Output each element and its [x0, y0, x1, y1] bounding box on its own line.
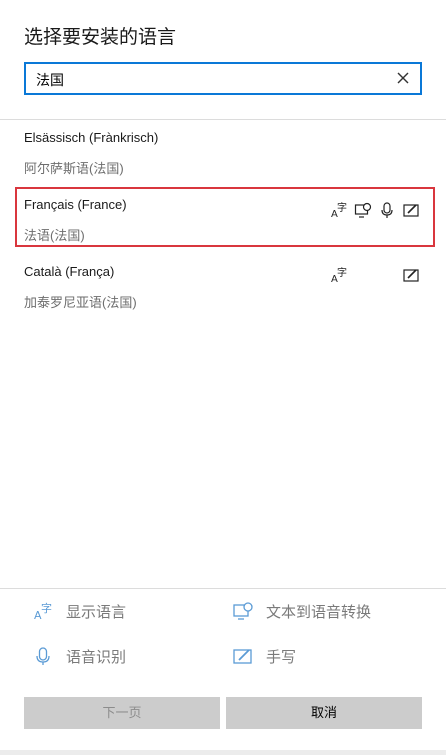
language-item-catalan[interactable]: Català (França) 加泰罗尼亚语(法国) A字 — [15, 254, 435, 314]
close-icon[interactable] — [394, 69, 412, 87]
search-value[interactable]: 法国 — [36, 70, 64, 90]
language-item-alsatian[interactable]: Elsässisch (Frànkrisch) 阿尔萨斯语(法国) — [15, 120, 435, 180]
svg-text:字: 字 — [41, 601, 52, 615]
handwriting-icon — [402, 201, 420, 219]
language-name: Français (France) — [24, 197, 127, 212]
language-native-name: 加泰罗尼亚语(法国) — [24, 295, 137, 310]
language-name: Català (França) — [24, 264, 115, 279]
window-bottom-edge — [0, 750, 446, 755]
legend-label: 显示语言 — [66, 603, 127, 621]
legend-handwriting: 手写 — [232, 645, 296, 667]
legend-display-language: A字 显示语言 — [32, 600, 126, 622]
svg-text:字: 字 — [337, 201, 347, 214]
language-name: Elsässisch (Frànkrisch) — [24, 130, 159, 145]
search-input[interactable]: 法国 — [24, 62, 422, 95]
display-language-icon: A字 — [330, 266, 348, 284]
language-item-french[interactable]: Français (France) 法语(法国) A字 — [15, 187, 435, 247]
handwriting-icon — [232, 645, 254, 667]
language-native-name: 法语(法国) — [24, 228, 85, 243]
dialog-title: 选择要安装的语言 — [24, 27, 177, 48]
legend-text-to-speech: 文本到语音转换 — [232, 600, 371, 622]
svg-text:字: 字 — [337, 266, 347, 279]
text-to-speech-icon — [354, 201, 372, 219]
display-language-icon: A字 — [32, 600, 54, 622]
legend-label: 手写 — [266, 648, 297, 666]
next-button[interactable]: 下一页 — [24, 697, 220, 729]
cancel-button[interactable]: 取消 — [226, 697, 422, 729]
legend-label: 语音识别 — [66, 648, 127, 666]
handwriting-icon — [402, 266, 420, 284]
speech-recognition-icon — [32, 645, 54, 667]
language-native-name: 阿尔萨斯语(法国) — [24, 161, 124, 176]
divider — [0, 588, 446, 589]
display-language-icon: A字 — [330, 201, 348, 219]
speech-recognition-icon — [378, 201, 396, 219]
text-to-speech-icon — [232, 600, 254, 622]
legend-label: 文本到语音转换 — [266, 603, 372, 621]
legend-speech-recognition: 语音识别 — [32, 645, 126, 667]
